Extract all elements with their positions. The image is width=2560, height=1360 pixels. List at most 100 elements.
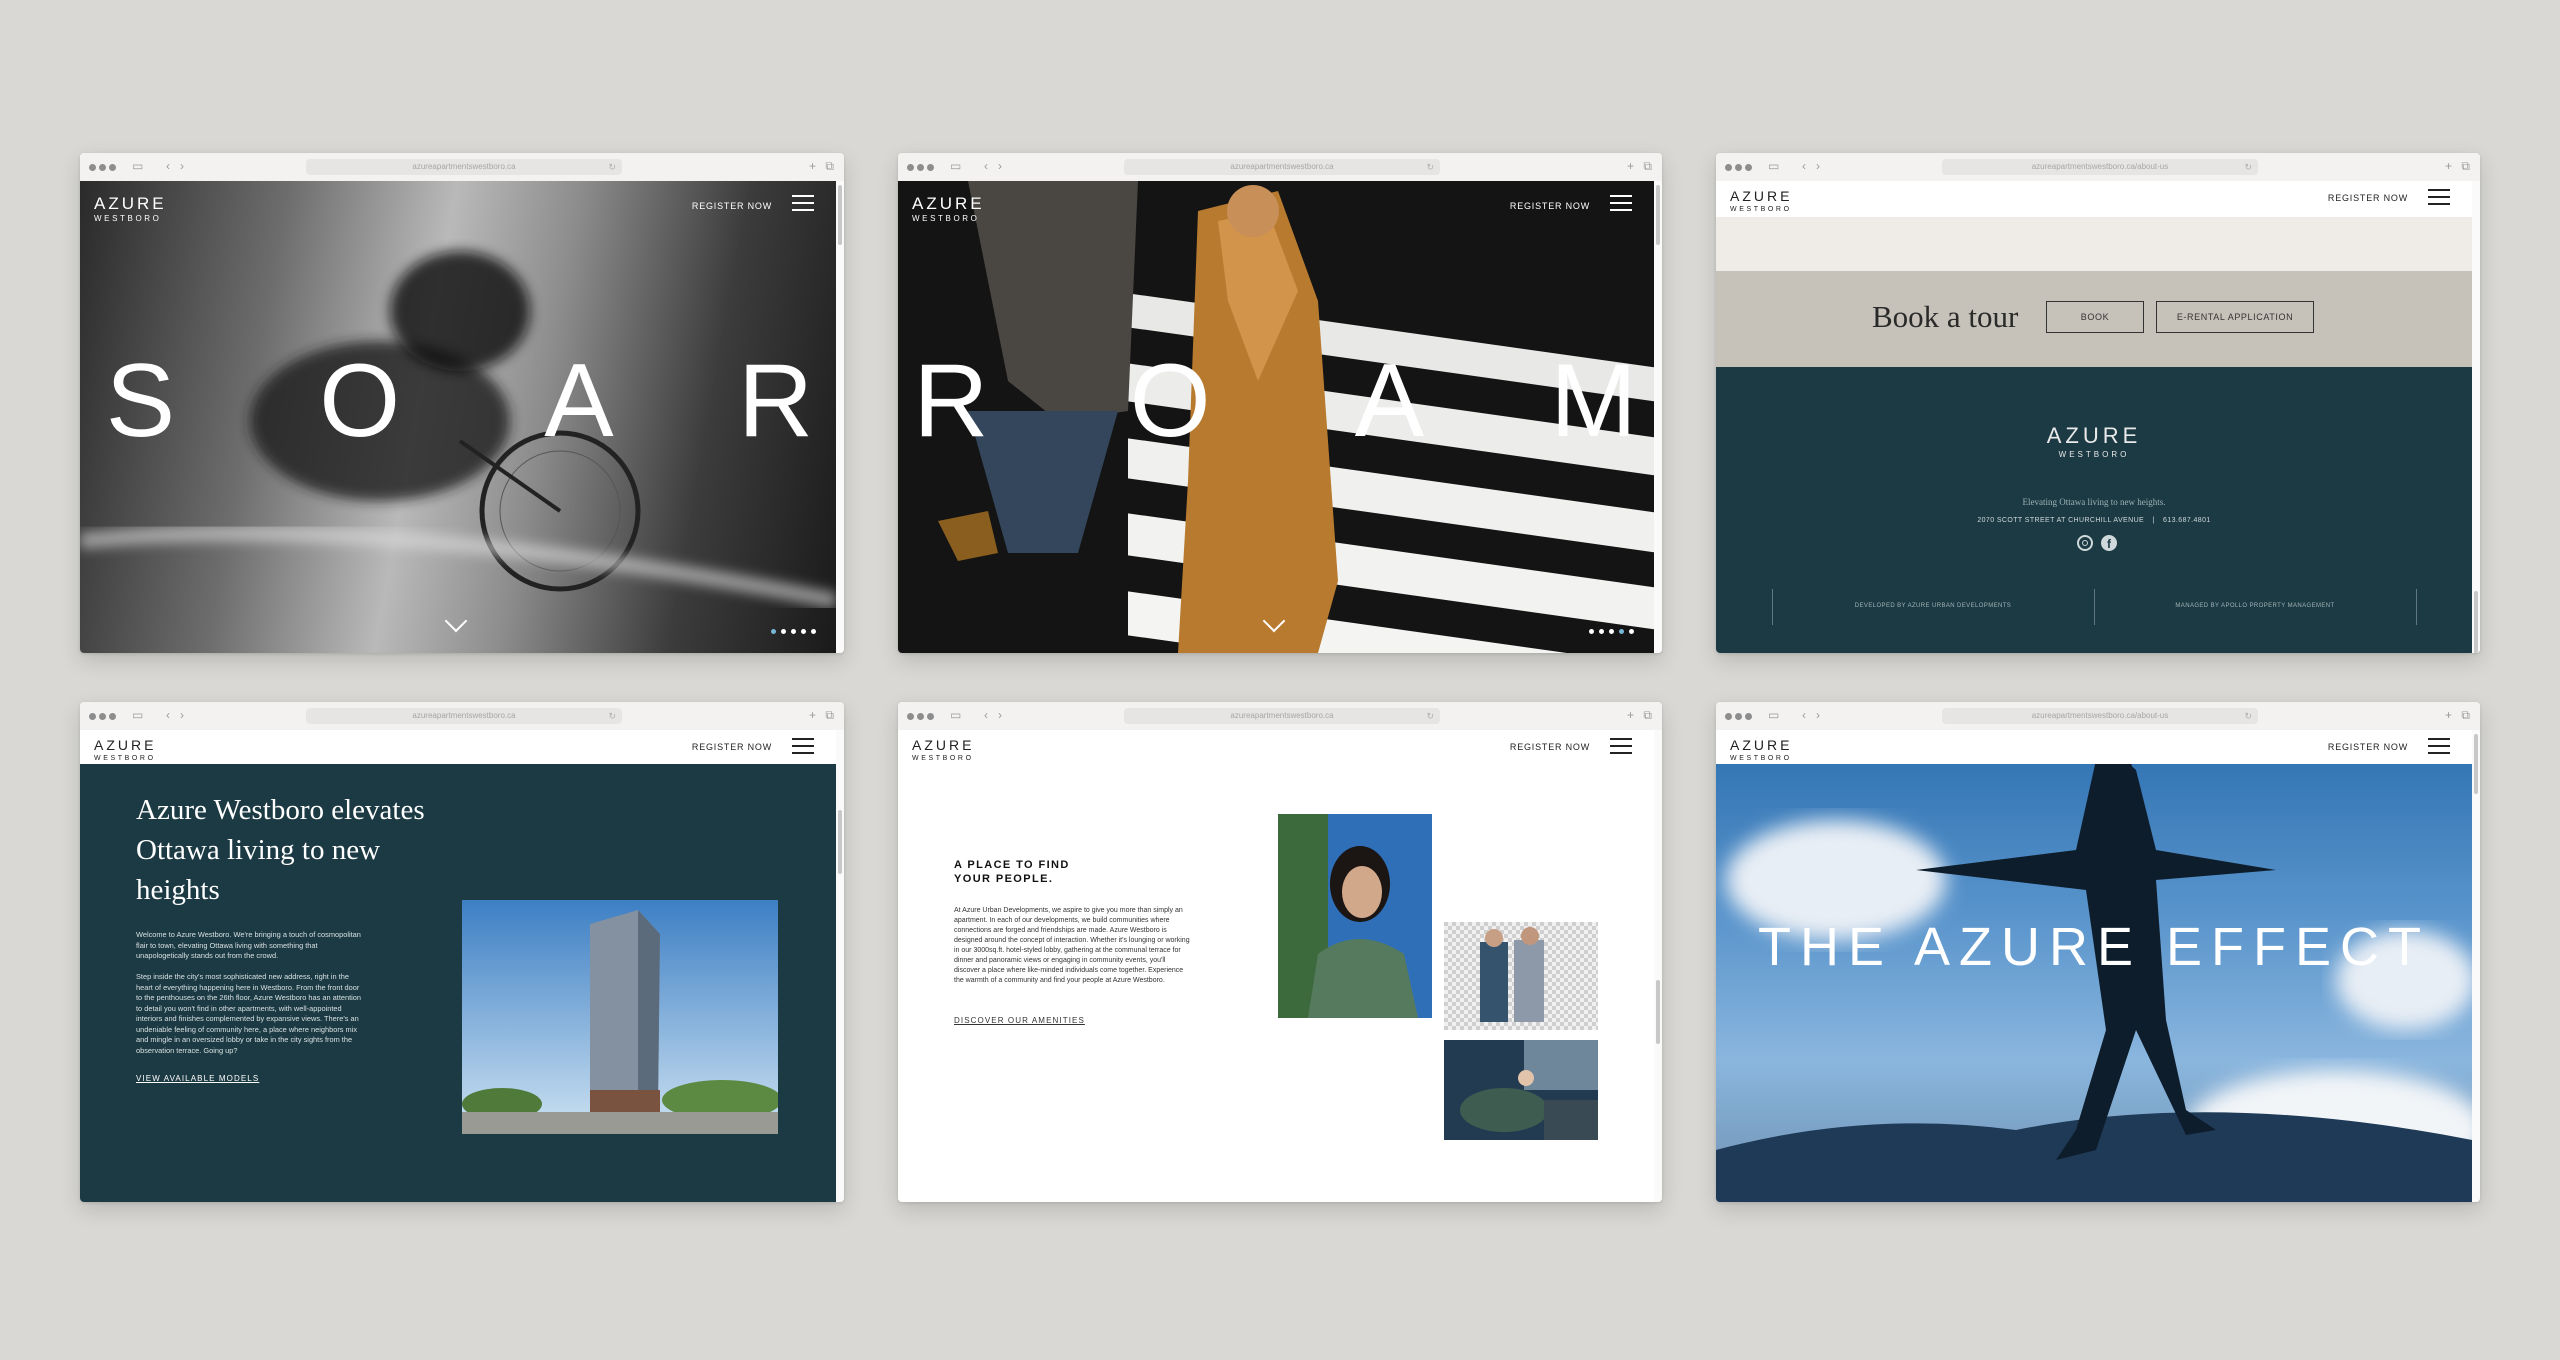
back-icon[interactable]: ‹ [984, 159, 988, 173]
about-paragraph-2: Step inside the city's most sophisticate… [136, 972, 362, 1055]
back-icon[interactable]: ‹ [1802, 708, 1806, 722]
logo[interactable]: AZURE WESTBORO [94, 738, 156, 762]
book-tour-title: Book a tour [1872, 299, 2019, 334]
about-paragraph-1: Welcome to Azure Westboro. We're bringin… [136, 930, 361, 960]
sidebar-icon[interactable]: ▭ [950, 708, 961, 722]
address-bar[interactable]: azureapartmentswestboro.ca/about-us ↻ [1942, 159, 2258, 175]
new-tab-icon[interactable]: + [2445, 708, 2452, 722]
developed-by[interactable]: DEVELOPED BY AZURE URBAN DEVELOPMENTS [1772, 603, 2094, 609]
register-now-link[interactable]: REGISTER NOW [2328, 742, 2408, 752]
hero-letter: A [1354, 343, 1425, 459]
back-icon[interactable]: ‹ [984, 708, 988, 722]
reload-icon[interactable]: ↻ [1426, 708, 1434, 724]
logo[interactable]: AZURE WESTBORO [94, 195, 167, 223]
hero-word: S O A R [80, 341, 836, 461]
address-bar[interactable]: azureapartmentswestboro.ca ↻ [1124, 159, 1440, 175]
browser-window-about: ▭ ‹ › azureapartmentswestboro.ca ↻ + ⧉ AZ… [80, 702, 844, 1202]
about-headline: Azure Westboro elevates Ottawa living to… [136, 794, 425, 906]
browser-window-effect: ▭ ‹ › azureapartmentswestboro.ca/about-u… [1716, 702, 2480, 1202]
e-rental-application-button[interactable]: E-RENTAL APPLICATION [2156, 301, 2314, 333]
hero-letter: O [1129, 343, 1211, 459]
browser-toolbar: ▭ ‹ › azureapartmentswestboro.ca ↻ + ⧉ [898, 702, 1662, 731]
browser-toolbar: ▭ ‹ › azureapartmentswestboro.ca ↻ + ⧉ [898, 153, 1662, 182]
woman-portrait-image [1278, 814, 1432, 1018]
footer-logo[interactable]: AZURE WESTBORO [1716, 425, 2472, 459]
people-body: At Azure Urban Developments, we aspire t… [954, 907, 1190, 984]
reload-icon[interactable]: ↻ [2244, 159, 2252, 175]
browser-window-soar: ▭ ‹ › azureapartmentswestboro.ca ↻ + ⧉ AZ… [80, 153, 844, 653]
reload-icon[interactable]: ↻ [2244, 708, 2252, 724]
register-now-link[interactable]: REGISTER NOW [692, 742, 772, 752]
address-bar[interactable]: azureapartmentswestboro.ca/about-us ↻ [1942, 708, 2258, 724]
view-available-models-link[interactable]: VIEW AVAILABLE MODELS [136, 1074, 259, 1083]
register-now-link[interactable]: REGISTER NOW [2328, 193, 2408, 203]
forward-icon[interactable]: › [1816, 159, 1820, 173]
tabs-icon[interactable]: ⧉ [825, 708, 834, 722]
hero-letter: R [737, 343, 814, 459]
menu-icon[interactable] [1610, 738, 1632, 754]
browser-window-contact: ▭ ‹ › azureapartmentswestboro.ca/about-u… [1716, 153, 2480, 653]
address-bar[interactable]: azureapartmentswestboro.ca ↻ [1124, 708, 1440, 724]
logo[interactable]: AZURE WESTBORO [1730, 738, 1792, 762]
menu-icon[interactable] [2428, 738, 2450, 754]
browser-window-people: ▭ ‹ › azureapartmentswestboro.ca ↻ + ⧉ AZ… [898, 702, 1662, 1202]
sidebar-icon[interactable]: ▭ [132, 159, 143, 173]
logo[interactable]: AZURE WESTBORO [912, 195, 985, 223]
people-heading: A PLACE TO FIND YOUR PEOPLE. [954, 859, 1070, 885]
cream-band [1716, 217, 2472, 271]
reload-icon[interactable]: ↻ [608, 159, 616, 175]
menu-icon[interactable] [792, 738, 814, 754]
menu-icon[interactable] [2428, 189, 2450, 205]
reload-icon[interactable]: ↻ [1426, 159, 1434, 175]
new-tab-icon[interactable]: + [809, 708, 816, 722]
menu-icon[interactable] [792, 195, 814, 211]
sidebar-icon[interactable]: ▭ [1768, 708, 1779, 722]
sidebar-icon[interactable]: ▭ [132, 708, 143, 722]
register-now-link[interactable]: REGISTER NOW [1510, 201, 1590, 211]
browser-toolbar: ▭ ‹ › azureapartmentswestboro.ca ↻ + ⧉ [80, 702, 844, 731]
hero-letter: A [544, 343, 614, 459]
new-tab-icon[interactable]: + [2445, 159, 2452, 173]
hero-letter: S [105, 343, 176, 459]
address-bar[interactable]: azureapartmentswestboro.ca ↻ [306, 708, 622, 724]
forward-icon[interactable]: › [180, 159, 184, 173]
back-icon[interactable]: ‹ [166, 708, 170, 722]
address-bar[interactable]: azureapartmentswestboro.ca ↻ [306, 159, 622, 175]
tabs-icon[interactable]: ⧉ [825, 159, 834, 173]
tabs-icon[interactable]: ⧉ [2461, 708, 2470, 722]
book-button[interactable]: BOOK [2046, 301, 2144, 333]
register-now-link[interactable]: REGISTER NOW [692, 201, 772, 211]
discover-amenities-link[interactable]: DISCOVER OUR AMENITIES [954, 1016, 1085, 1025]
sidebar-icon[interactable]: ▭ [950, 159, 961, 173]
back-icon[interactable]: ‹ [166, 159, 170, 173]
sidebar-icon[interactable]: ▭ [1768, 159, 1779, 173]
forward-icon[interactable]: › [998, 159, 1002, 173]
new-tab-icon[interactable]: + [809, 159, 816, 173]
instagram-icon[interactable] [2077, 535, 2093, 551]
azure-effect-headline: THE AZURE EFFECT [1757, 917, 2431, 977]
phone[interactable]: 613.687.4801 [2163, 517, 2211, 524]
forward-icon[interactable]: › [998, 708, 1002, 722]
forward-icon[interactable]: › [180, 708, 184, 722]
tabs-icon[interactable]: ⧉ [1643, 708, 1652, 722]
lounge-photo [1444, 1040, 1598, 1140]
menu-icon[interactable] [1610, 195, 1632, 211]
reload-icon[interactable]: ↻ [608, 708, 616, 724]
back-icon[interactable]: ‹ [1802, 159, 1806, 173]
tabs-icon[interactable]: ⧉ [2461, 159, 2470, 173]
new-tab-icon[interactable]: + [1627, 708, 1634, 722]
slide-pagination[interactable] [766, 621, 816, 639]
logo[interactable]: AZURE WESTBORO [1730, 189, 1792, 213]
logo[interactable]: AZURE WESTBORO [912, 738, 974, 762]
browser-toolbar: ▭ ‹ › azureapartmentswestboro.ca/about-u… [1716, 702, 2480, 731]
hero-word: R O A M [898, 341, 1654, 461]
forward-icon[interactable]: › [1816, 708, 1820, 722]
managed-by[interactable]: MANAGED BY APOLLO PROPERTY MANAGEMENT [2094, 603, 2416, 609]
new-tab-icon[interactable]: + [1627, 159, 1634, 173]
facebook-icon[interactable]: f [2101, 535, 2117, 551]
register-now-link[interactable]: REGISTER NOW [1510, 742, 1590, 752]
slide-pagination[interactable] [1584, 621, 1634, 639]
browser-toolbar: ▭ ‹ › azureapartmentswestboro.ca ↻ + ⧉ [80, 153, 844, 182]
building-rendering-image [462, 900, 778, 1134]
tabs-icon[interactable]: ⧉ [1643, 159, 1652, 173]
